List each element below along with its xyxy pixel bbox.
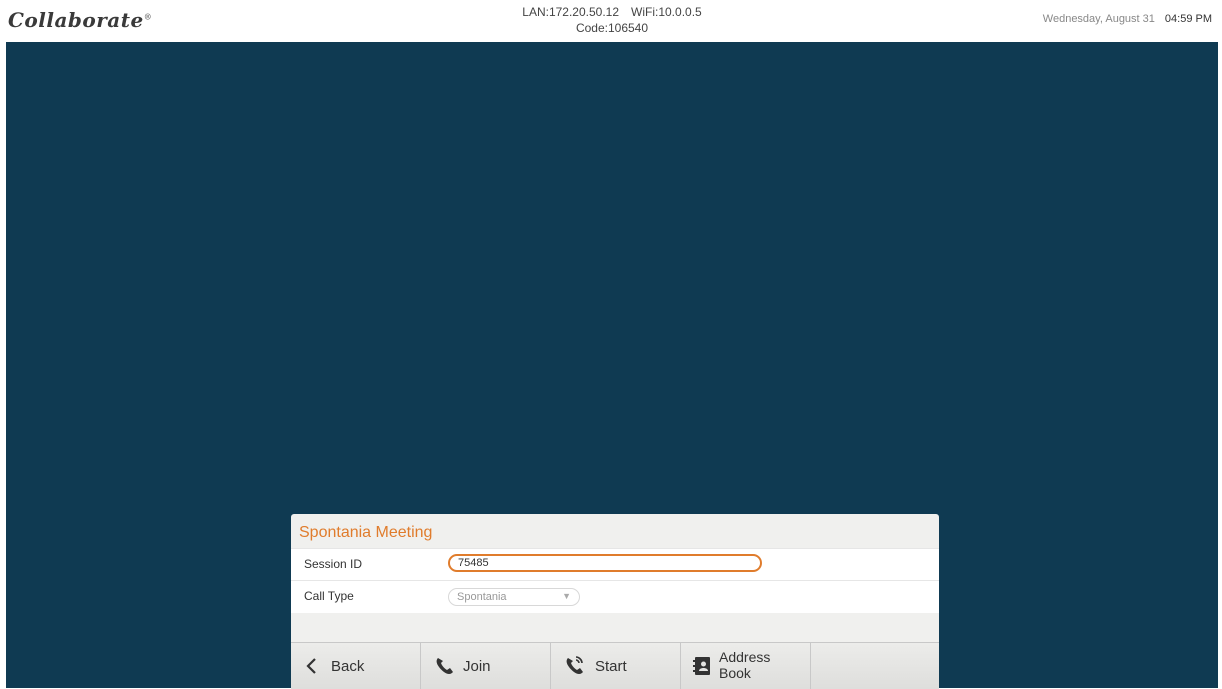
panel-title: Spontania Meeting <box>299 524 433 541</box>
date-time: Wednesday, August 31 04:59 PM <box>1043 13 1212 25</box>
session-id-label: Session ID <box>304 557 363 571</box>
call-type-label: Call Type <box>304 589 354 603</box>
app-frame: Collaborate® LAN:172.20.50.12 WiFi:10.0.0… <box>6 0 1218 689</box>
call-type-row: Call Type Spontania ▼ <box>291 580 939 613</box>
network-info: LAN:172.20.50.12 WiFi:10.0.0.5 Code:10654… <box>6 4 1218 36</box>
caret-down-icon: ▼ <box>562 591 571 601</box>
address-book-button[interactable]: Address Book <box>681 643 811 689</box>
empty-button-slot <box>811 643 939 689</box>
button-bar: Back Join Start Address Book <box>291 642 939 689</box>
back-label: Back <box>331 658 365 675</box>
call-type-value: Spontania <box>457 591 507 603</box>
chevron-left-icon <box>306 658 316 674</box>
meeting-code: Code:106540 <box>575 21 649 35</box>
join-label: Join <box>463 658 491 675</box>
start-label: Start <box>595 658 627 675</box>
date-label: Wednesday, August 31 <box>1042 13 1155 25</box>
start-button[interactable]: Start <box>551 643 681 689</box>
time-label: 04:59 PM <box>1164 13 1212 25</box>
address-book-icon <box>693 657 710 675</box>
lan-address: LAN:172.20.50.12 <box>522 5 620 19</box>
session-id-input[interactable] <box>448 554 762 572</box>
top-bar: Collaborate® LAN:172.20.50.12 WiFi:10.0.0… <box>6 0 1218 42</box>
phone-icon <box>436 658 453 674</box>
spontania-meeting-panel: Spontania Meeting Session ID Call Type S… <box>291 514 939 689</box>
phone-ring-icon <box>566 656 583 674</box>
address-book-label: Address Book <box>719 649 771 681</box>
join-button[interactable]: Join <box>421 643 551 689</box>
session-id-row: Session ID <box>291 548 939 581</box>
back-button[interactable]: Back <box>291 643 421 689</box>
call-type-select[interactable]: Spontania ▼ <box>448 588 580 606</box>
wifi-address: WiFi:10.0.0.5 <box>631 5 702 19</box>
